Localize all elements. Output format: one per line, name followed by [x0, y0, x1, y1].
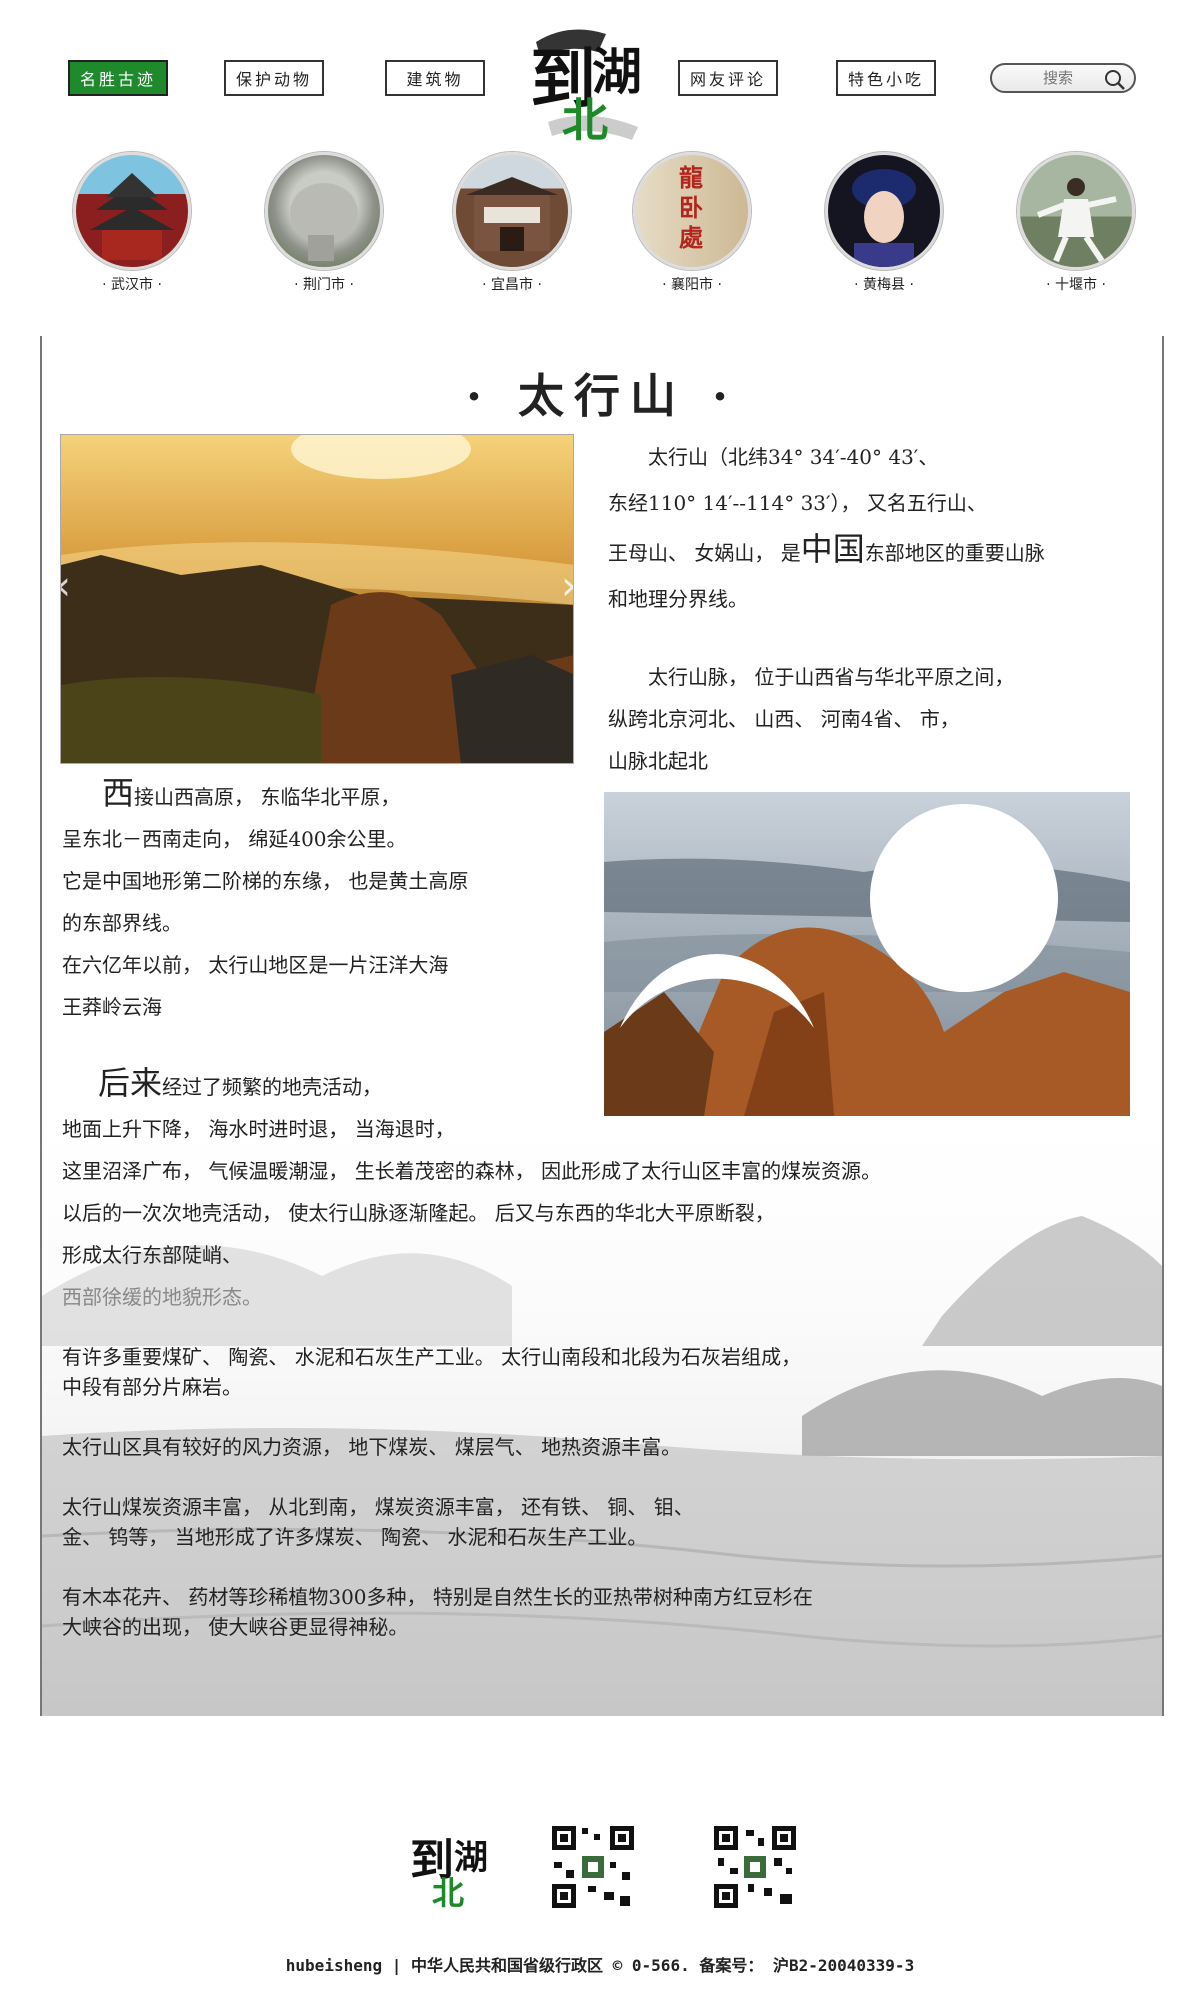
search-icon[interactable]	[1104, 69, 1126, 91]
search-box[interactable]	[990, 63, 1136, 93]
nav-protected-animals[interactable]: 保护动物	[224, 60, 324, 96]
xiangyang-stele-image: 龍卧處	[633, 152, 751, 270]
city-wuhan[interactable]: · 武汉市 ·	[52, 152, 212, 294]
drop-cap-houlai: 后来	[98, 1064, 163, 1102]
city-label: · 十堰市 ·	[1046, 277, 1106, 293]
history-paragraph: 后来经过了频繁的地壳活动， 地面上升下降， 海水时进时退， 当海退时， 这里沼泽…	[62, 1064, 882, 1309]
stele-inscription: 龍卧處	[679, 163, 703, 252]
search-input[interactable]	[1006, 68, 1110, 88]
logo-char-bei: 北	[562, 93, 608, 147]
wuhan-tower-image	[73, 152, 191, 270]
city-label: · 宜昌市 ·	[482, 277, 542, 293]
qr-code-icon	[548, 1822, 638, 1912]
yichang-gate-image	[453, 152, 571, 270]
city-label: · 武汉市 ·	[102, 277, 162, 293]
nav-comments[interactable]: 网友评论	[678, 60, 778, 96]
city-shiyan[interactable]: · 十堰市 ·	[996, 152, 1156, 294]
city-xiangyang[interactable]: 龍卧處 · 襄阳市 ·	[612, 152, 772, 294]
slider-prev-arrow[interactable]: ‹	[61, 563, 71, 609]
taichi-figure-illustration	[1036, 178, 1117, 263]
industry-paragraph: 有许多重要煤矿、 陶瓷、 水泥和石灰生产工业。 太行山南段和北段为石灰岩组成， …	[62, 1345, 802, 1399]
gate-illustration	[466, 177, 558, 251]
qr-code-2	[710, 1822, 800, 1912]
nav-buildings[interactable]: 建筑物	[385, 60, 485, 96]
logo-char-bei: 北	[432, 1874, 465, 1912]
jingmen-stone-image	[265, 152, 383, 270]
pagoda-illustration	[90, 173, 174, 260]
plants-paragraph: 有木本花卉、 药材等珍稀植物300多种， 特别是自然生长的亚热带树种南方红豆杉在…	[62, 1585, 813, 1639]
footer-logo[interactable]: 到 湖 北	[410, 1822, 500, 1918]
location-paragraph: 太行山脉， 位于山西省与华北平原之间， 纵跨北京河北、 山西、 河南4省、 市，…	[608, 665, 1015, 773]
city-huangmei[interactable]: · 黄梅县 ·	[804, 152, 964, 294]
nav-local-snacks[interactable]: 特色小吃	[836, 60, 936, 96]
taihang-sunrise-photo	[61, 435, 573, 763]
geology-paragraph: 西接山西高原， 东临华北平原， 呈东北－西南走向， 绵延400余公里。 它是中国…	[62, 774, 469, 1019]
city-yichang[interactable]: · 宜昌市 ·	[432, 152, 592, 294]
drop-cap-xi: 西	[102, 774, 135, 812]
city-jingmen[interactable]: · 荆门市 ·	[244, 152, 404, 294]
shiyan-taichi-image	[1017, 152, 1135, 270]
stone-beast-illustration	[290, 183, 358, 261]
city-label: · 黄梅县 ·	[854, 277, 914, 293]
site-logo[interactable]: 到 湖 北	[528, 12, 658, 147]
opera-performer-illustration	[852, 169, 916, 267]
emphasis-china: 中国	[800, 530, 865, 568]
intro-paragraph: 太行山（北纬34° 34′-40° 43′、 东经110° 14′--114° …	[608, 445, 1045, 611]
photo-slider[interactable]: ‹ ›	[60, 434, 574, 764]
article-title: · 太行山 ·	[465, 369, 739, 423]
slider-next-arrow[interactable]: ›	[561, 563, 573, 609]
resources-paragraph: 太行山区具有较好的风力资源， 地下煤炭、 煤层气、 地热资源丰富。	[62, 1435, 682, 1459]
nav-scenic-spots[interactable]: 名胜古迹	[68, 60, 168, 96]
city-label: · 襄阳市 ·	[662, 277, 722, 293]
copyright-text: hubeisheng | 中华人民共和国省级行政区 © 0-566. 备案号： …	[285, 1956, 915, 1975]
minerals-paragraph: 太行山煤炭资源丰富， 从北到南， 煤炭资源丰富， 还有铁、 铜、 钼、 金、 钨…	[62, 1495, 694, 1549]
city-label: · 荆门市 ·	[294, 277, 354, 293]
article-frame: · 太行山 · ‹ › 太行山（北纬34° 34′-40° 43′、 东经110…	[40, 336, 1164, 1716]
qr-code-1	[548, 1822, 638, 1912]
qr-code-icon	[710, 1822, 800, 1912]
huangmei-opera-image	[825, 152, 943, 270]
